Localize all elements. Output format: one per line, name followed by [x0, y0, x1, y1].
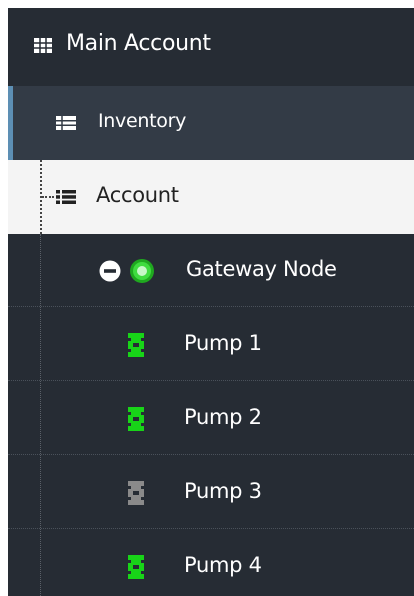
tree-item-pump[interactable]: Pump 4: [8, 530, 414, 596]
list-icon: [56, 190, 76, 204]
tree-item-inventory[interactable]: Inventory: [8, 86, 414, 160]
tree-item-main-account[interactable]: Main Account: [8, 8, 414, 86]
pump-icon: [128, 481, 144, 505]
tree-item-label: Inventory: [98, 110, 187, 132]
table-icon: [56, 116, 76, 130]
tree-item-pump[interactable]: Pump 3: [8, 456, 414, 529]
tree-item-label: Pump 4: [184, 553, 262, 577]
tree-item-label: Pump 3: [184, 479, 262, 503]
tree-item-label: Pump 2: [184, 405, 262, 429]
tree-item-pump[interactable]: Pump 2: [8, 382, 414, 455]
tree-item-label: Main Account: [66, 31, 211, 56]
tree-item-label: Account: [96, 183, 179, 207]
tree-item-label: Pump 1: [184, 331, 262, 355]
tree-item-account[interactable]: Account: [8, 160, 414, 234]
tree-item-label: Gateway Node: [186, 257, 337, 281]
collapse-minus-icon[interactable]: [99, 260, 121, 282]
pump-icon: [128, 333, 144, 357]
tree-panel: Main Account Inventory Account Gateway N…: [8, 8, 414, 596]
tree-item-pump[interactable]: Pump 1: [8, 308, 414, 381]
selection-accent-bar: [8, 86, 13, 160]
tree-item-gateway-node[interactable]: Gateway Node: [8, 234, 414, 307]
gateway-status-icon: [130, 259, 154, 283]
tree-connector: [42, 196, 54, 198]
pump-icon: [128, 407, 144, 431]
pump-icon: [128, 555, 144, 579]
grid-icon: [34, 38, 52, 53]
